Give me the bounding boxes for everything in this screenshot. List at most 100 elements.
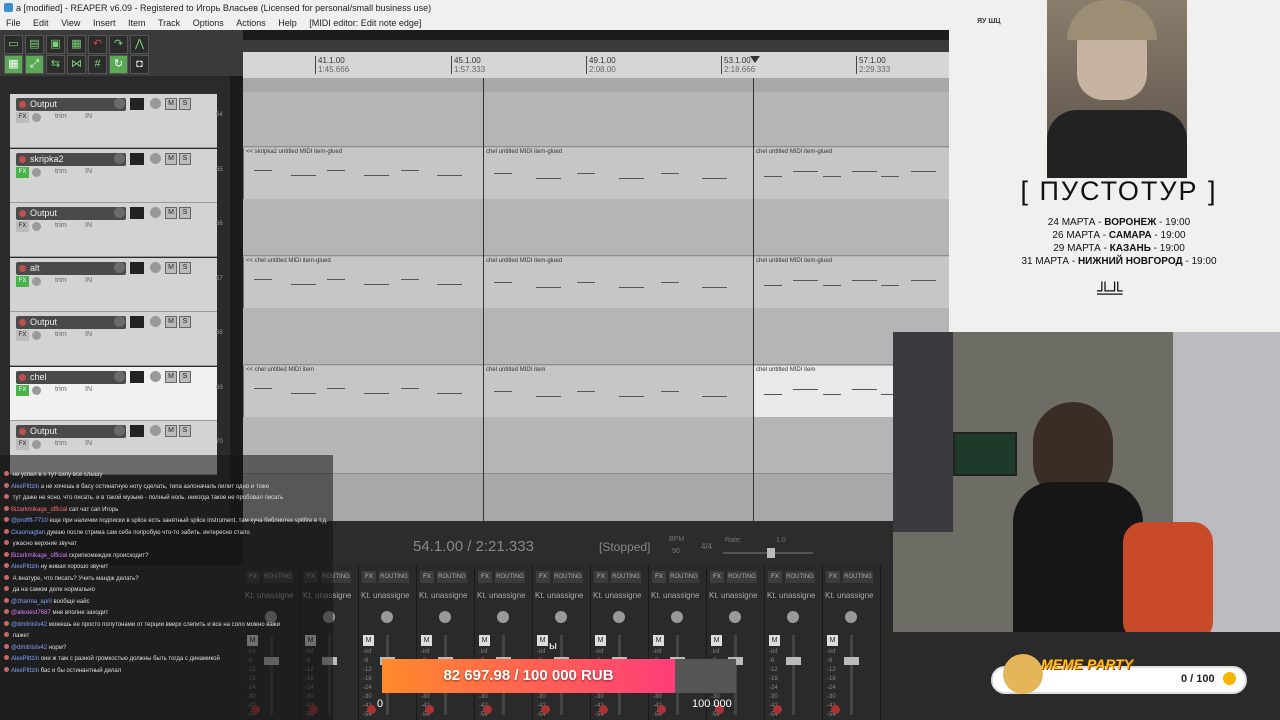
- env-icon[interactable]: [32, 440, 41, 449]
- input-label[interactable]: IN: [85, 331, 92, 338]
- chat-username[interactable]: AlexPittzin: [11, 564, 39, 570]
- midi-note[interactable]: [577, 281, 596, 283]
- midi-item[interactable]: chel untitled MIDI item-glued: [483, 256, 753, 308]
- route-button[interactable]: [130, 152, 144, 165]
- mixer-record-arm-icon[interactable]: [773, 705, 782, 714]
- midi-note[interactable]: [793, 170, 819, 172]
- mixer-routing-button[interactable]: ROUTING: [785, 571, 815, 583]
- midi-note[interactable]: [290, 283, 316, 285]
- record-arm-icon[interactable]: [19, 319, 26, 326]
- midi-item[interactable]: << chel untitled MIDI item: [243, 365, 483, 417]
- route-button[interactable]: [130, 370, 144, 383]
- env-icon[interactable]: [32, 276, 41, 286]
- midi-item[interactable]: chel untitled MIDI item-glued: [483, 147, 753, 199]
- mixer-record-arm-icon[interactable]: [483, 705, 492, 714]
- mixer-record-arm-icon[interactable]: [831, 705, 840, 714]
- crossfade-icon[interactable]: ⋈: [67, 55, 86, 74]
- menu-track[interactable]: Track: [158, 18, 180, 28]
- track-lane[interactable]: [243, 92, 949, 147]
- bpm-value[interactable]: 90: [672, 548, 680, 555]
- env-icon[interactable]: [32, 167, 41, 177]
- track-lane[interactable]: << skripka2 untitled MIDI item-glued chel…: [243, 146, 949, 202]
- volume-knob[interactable]: [114, 425, 125, 436]
- volume-fader-handle[interactable]: [844, 657, 859, 665]
- input-label[interactable]: IN: [85, 113, 92, 120]
- midi-note[interactable]: [910, 279, 936, 281]
- track-lane[interactable]: << chel untitled MIDI item-glued chel unt…: [243, 255, 949, 311]
- midi-note[interactable]: [702, 177, 728, 179]
- input-label[interactable]: IN: [85, 440, 92, 447]
- trim-label[interactable]: trim: [55, 440, 67, 447]
- midi-note[interactable]: [619, 286, 644, 288]
- env-icon[interactable]: [32, 113, 41, 122]
- rate-slider-handle[interactable]: [767, 548, 775, 558]
- track-name-field[interactable]: Output: [16, 98, 126, 111]
- midi-note[interactable]: [852, 170, 877, 172]
- mixer-mute-button[interactable]: M: [363, 635, 374, 646]
- midi-note[interactable]: [494, 172, 512, 174]
- mixer-mute-button[interactable]: M: [537, 635, 548, 646]
- mixer-fx-button[interactable]: FX: [768, 571, 782, 583]
- trim-label[interactable]: trim: [55, 277, 67, 284]
- midi-item[interactable]: chel untitled MIDI item: [483, 365, 753, 417]
- midi-note[interactable]: [327, 169, 346, 171]
- midi-note[interactable]: [822, 175, 841, 177]
- volume-knob[interactable]: [114, 207, 125, 218]
- trim-label[interactable]: trim: [55, 222, 67, 229]
- chat-username[interactable]: Bizarkmikage_official: [11, 507, 67, 513]
- midi-note[interactable]: [702, 395, 728, 397]
- track-header[interactable]: skripka2 M S FX trim IN: [10, 148, 217, 203]
- timeline-ruler[interactable]: 41.1.00 1:45.666 45.1.00 1:57.333 49.1.00 2:0…: [243, 40, 949, 78]
- phase-icon[interactable]: [150, 261, 161, 273]
- solo-button[interactable]: S: [179, 261, 191, 274]
- chat-username[interactable]: @dmitriislv42: [11, 645, 47, 651]
- midi-note[interactable]: [494, 390, 512, 392]
- trim-label[interactable]: trim: [55, 168, 67, 175]
- chat-username[interactable]: @zharma_april: [11, 599, 52, 605]
- mixer-routing-button[interactable]: ROUTING: [727, 571, 757, 583]
- midi-note[interactable]: [702, 286, 728, 288]
- midi-note[interactable]: [852, 388, 877, 390]
- fx-button[interactable]: FX: [16, 439, 29, 450]
- chat-username[interactable]: AlexPittzin: [11, 656, 39, 662]
- menu-edit[interactable]: Edit: [33, 18, 49, 28]
- midi-note[interactable]: [852, 279, 877, 281]
- pan-knob[interactable]: [671, 611, 683, 623]
- midi-note[interactable]: [793, 388, 819, 390]
- track-lane[interactable]: [243, 310, 949, 365]
- midi-note[interactable]: [619, 177, 644, 179]
- chat-username[interactable]: Ckaomagtan: [11, 530, 45, 536]
- midi-note[interactable]: [327, 387, 346, 389]
- envelope-icon[interactable]: ⤢: [25, 55, 44, 74]
- midi-note[interactable]: [364, 283, 389, 285]
- track-name-field[interactable]: alt: [16, 261, 126, 275]
- track-name-field[interactable]: Output: [16, 425, 126, 438]
- input-label[interactable]: IN: [85, 168, 92, 175]
- mute-button[interactable]: M: [165, 207, 177, 219]
- phase-icon[interactable]: [150, 370, 161, 382]
- mixer-record-arm-icon[interactable]: [425, 705, 434, 714]
- env-icon[interactable]: [32, 222, 41, 231]
- chat-username[interactable]: @alexiest7687: [11, 610, 51, 616]
- midi-note[interactable]: [764, 175, 782, 177]
- pan-knob[interactable]: [439, 611, 451, 623]
- midi-note[interactable]: [619, 395, 644, 397]
- redo-icon[interactable]: ↷: [109, 35, 128, 54]
- fx-button[interactable]: FX: [16, 275, 29, 287]
- grid-icon[interactable]: ▦: [4, 55, 23, 74]
- mute-button[interactable]: M: [165, 261, 177, 274]
- midi-note[interactable]: [881, 284, 900, 286]
- solo-button[interactable]: S: [179, 152, 191, 165]
- mixer-mute-button[interactable]: M: [421, 635, 432, 646]
- midi-note[interactable]: [660, 390, 679, 392]
- input-label[interactable]: IN: [85, 386, 92, 393]
- menu-view[interactable]: View: [61, 18, 80, 28]
- midi-note[interactable]: [660, 281, 679, 283]
- midi-note[interactable]: [577, 390, 596, 392]
- midi-note[interactable]: [437, 283, 463, 285]
- route-button[interactable]: [130, 425, 144, 437]
- solo-button[interactable]: S: [179, 98, 191, 110]
- fx-button[interactable]: FX: [16, 221, 29, 232]
- track-header[interactable]: chel M S FX trim IN: [10, 366, 217, 421]
- mute-button[interactable]: M: [165, 152, 177, 165]
